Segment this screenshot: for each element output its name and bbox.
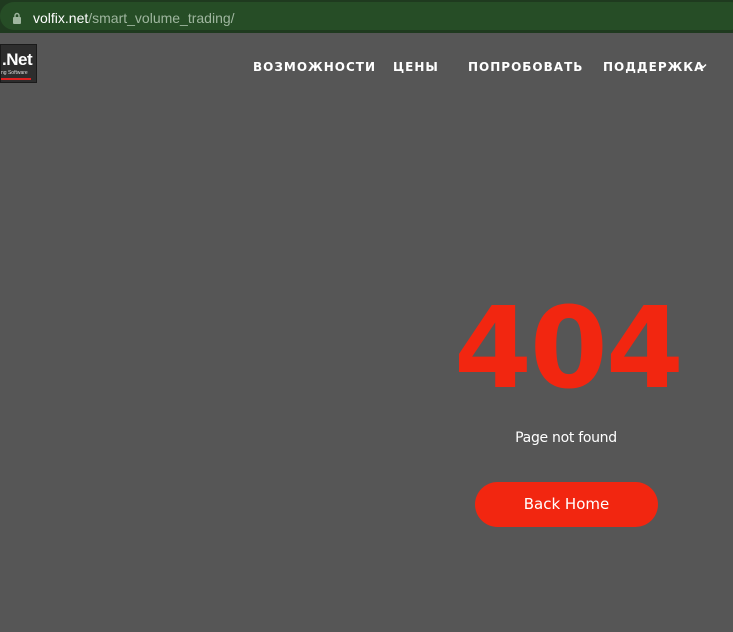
error-code: 404 (454, 284, 684, 414)
logo-accent-bar (1, 78, 31, 80)
logo-subtitle: ng Software (1, 70, 28, 76)
chevron-down-icon[interactable] (699, 63, 707, 69)
nav-item-support[interactable]: ПОДДЕРЖКА (603, 60, 704, 74)
back-home-button[interactable]: Back Home (475, 482, 658, 527)
logo-text: .Net (2, 50, 33, 69)
error-message: Page not found (515, 430, 617, 446)
nav-item-features[interactable]: ВОЗМОЖНОСТИ (253, 60, 376, 74)
url-domain: volfix.net (33, 10, 89, 26)
url-text: volfix.net/smart_volume_trading/ (33, 10, 235, 26)
browser-address-bar: volfix.net/smart_volume_trading/ (0, 0, 733, 33)
nav-item-prices[interactable]: ЦЕНЫ (393, 60, 439, 74)
site-logo[interactable]: .Net ng Software (0, 44, 37, 83)
url-field[interactable]: volfix.net/smart_volume_trading/ (0, 2, 733, 30)
site-header: .Net ng Software ВОЗМОЖНОСТИ ЦЕНЫ ПОПРОБ… (0, 33, 733, 99)
url-path: /smart_volume_trading/ (88, 10, 235, 26)
nav-item-try[interactable]: ПОПРОБОВАТЬ (468, 60, 583, 74)
lock-icon (13, 12, 21, 24)
